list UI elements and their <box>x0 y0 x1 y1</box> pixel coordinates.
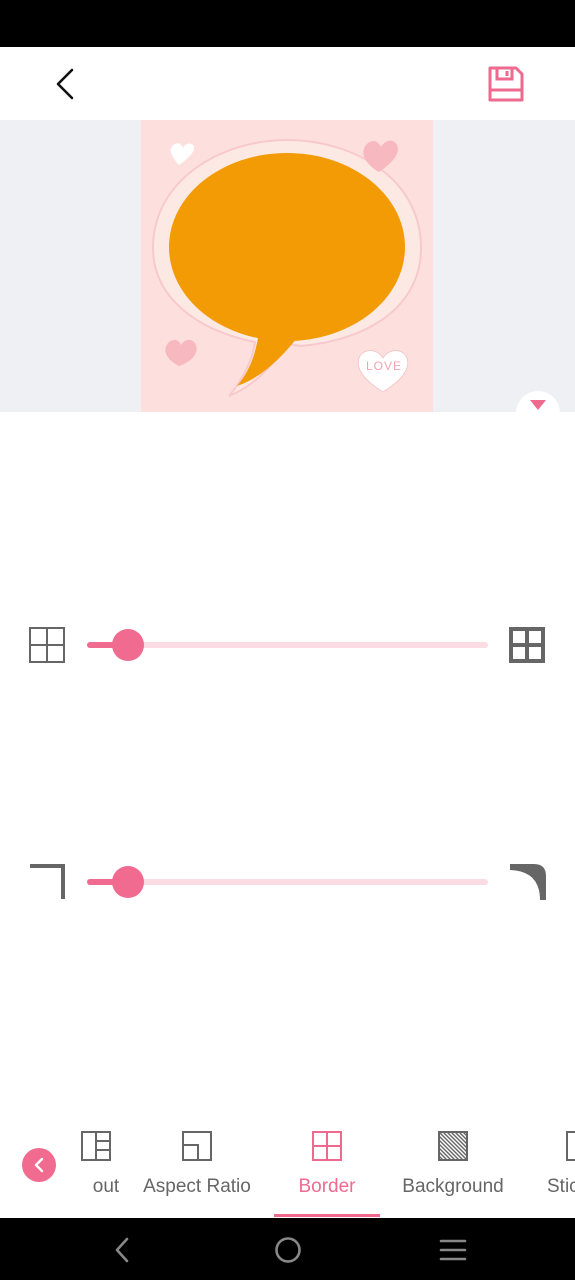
love-sticker-text: LOVE <box>365 359 402 373</box>
nav-home-button[interactable] <box>272 1234 304 1266</box>
tab-background[interactable]: Background <box>392 1110 514 1218</box>
preview-area: LOVE <box>0 120 575 412</box>
nav-back-button[interactable] <box>106 1234 138 1266</box>
tab-sticker[interactable]: Stic <box>545 1110 575 1218</box>
nav-home-icon <box>275 1237 301 1263</box>
toolbar-scroll-left-button[interactable] <box>22 1148 56 1182</box>
tab-layout-label: out <box>92 1176 120 1197</box>
save-button[interactable] <box>484 62 528 106</box>
border-icon <box>312 1131 342 1161</box>
chevron-left-icon <box>34 1157 44 1173</box>
status-bar <box>0 0 575 47</box>
system-nav-bar <box>0 1218 575 1280</box>
layout-icon <box>81 1131 111 1161</box>
sticker-icon <box>566 1131 575 1161</box>
aspect-ratio-icon <box>182 1131 212 1161</box>
border-width-slider-row <box>0 614 575 674</box>
tab-layout[interactable]: out <box>56 1110 126 1218</box>
back-arrow-icon <box>56 68 74 100</box>
corner-round-icon <box>510 864 546 900</box>
bottom-toolbar: out Aspect Ratio Border Background Stic <box>0 1110 575 1218</box>
background-icon <box>438 1131 468 1161</box>
corner-radius-slider-row <box>0 851 575 911</box>
corner-radius-slider-thumb[interactable] <box>112 866 144 898</box>
nav-menu-icon <box>439 1239 467 1261</box>
tab-aspect-ratio-label: Aspect Ratio <box>143 1176 251 1197</box>
border-width-slider-thumb[interactable] <box>112 629 144 661</box>
nav-back-icon <box>115 1237 129 1263</box>
nav-menu-button[interactable] <box>437 1234 469 1266</box>
border-width-slider[interactable] <box>87 629 488 661</box>
grid-thick-icon <box>509 627 545 663</box>
corner-square-icon <box>30 864 65 899</box>
top-bar <box>0 47 575 120</box>
tab-border-label: Border <box>298 1176 356 1197</box>
save-floppy-icon <box>488 66 524 102</box>
tab-background-label: Background <box>402 1176 504 1197</box>
triangle-down-icon <box>530 400 546 410</box>
corner-radius-slider[interactable] <box>87 866 488 898</box>
tab-border[interactable]: Border <box>274 1110 380 1218</box>
back-button[interactable] <box>44 63 86 105</box>
grid-thin-icon <box>29 627 65 663</box>
tab-aspect-ratio[interactable]: Aspect Ratio <box>132 1110 262 1218</box>
tab-sticker-label: Stic <box>547 1176 575 1197</box>
active-tab-indicator <box>274 1214 380 1217</box>
collage-canvas[interactable]: LOVE <box>141 120 433 412</box>
